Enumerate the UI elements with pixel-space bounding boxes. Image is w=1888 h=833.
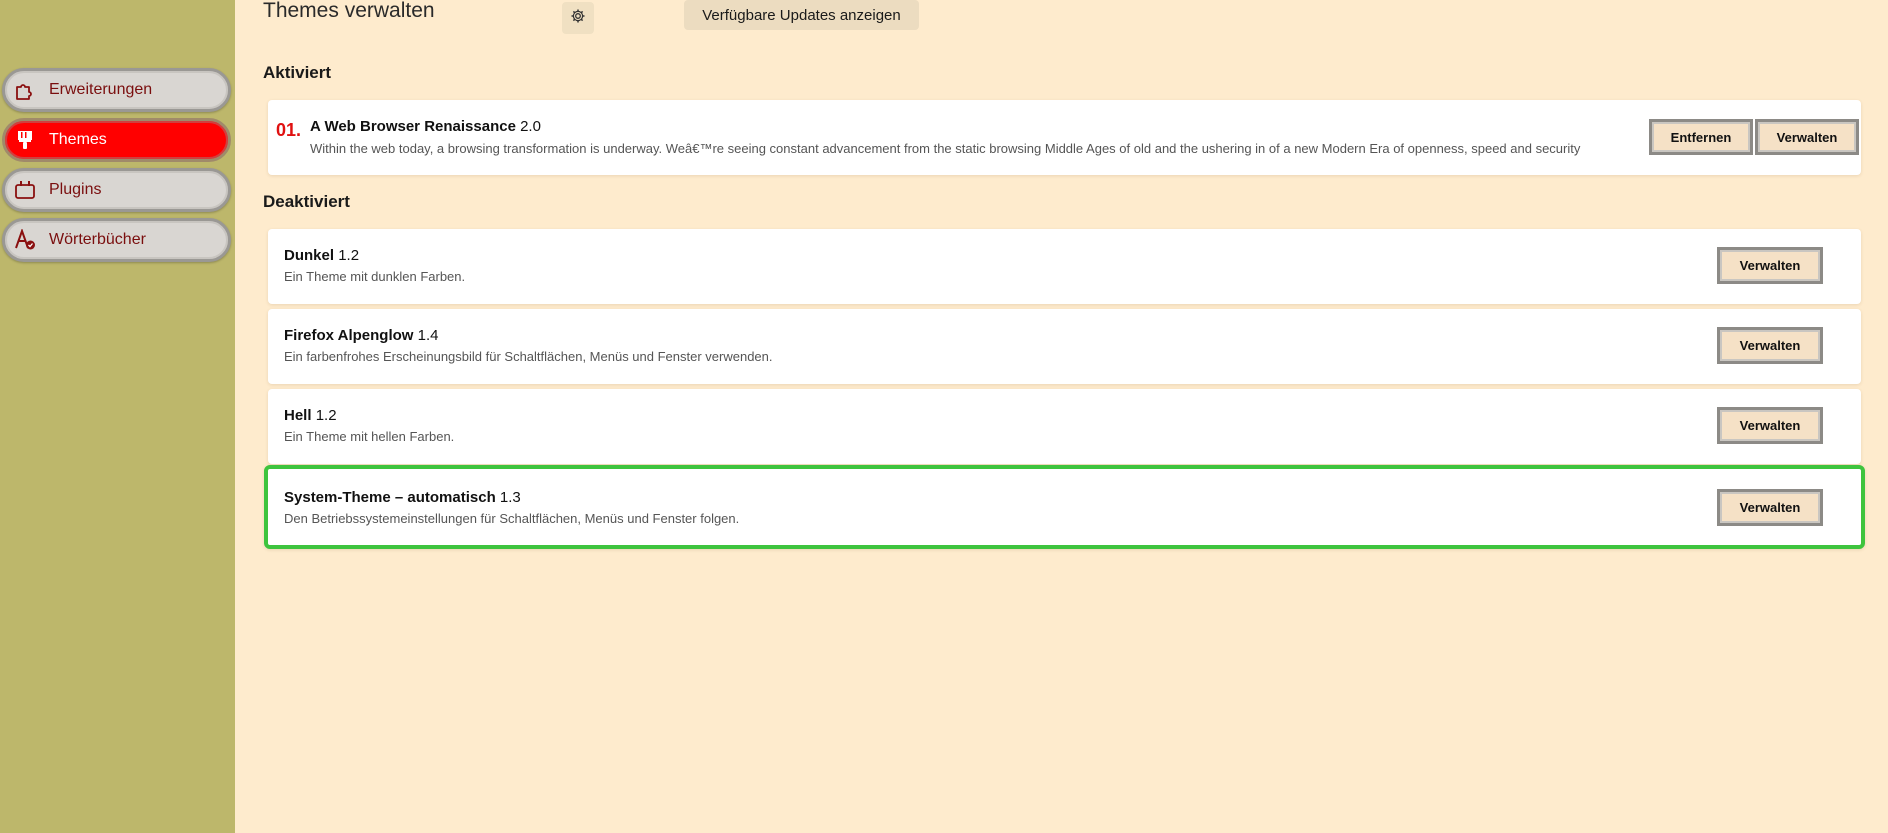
- dictionary-icon: [14, 229, 36, 251]
- sidebar-item-erweiterungen[interactable]: Erweiterungen: [2, 68, 231, 112]
- theme-name: Firefox Alpenglow 1.4: [284, 327, 438, 344]
- theme-name-text: Dunkel: [284, 247, 335, 264]
- sidebar-item-label: Wörterbücher: [49, 231, 146, 248]
- theme-name-text: System-Theme – automatisch: [284, 489, 496, 506]
- theme-description: Ein Theme mit hellen Farben.: [284, 429, 455, 444]
- page-title: Themes verwalten: [263, 0, 435, 22]
- sidebar-item-woerterbuecher[interactable]: Wörterbücher: [2, 218, 231, 262]
- theme-card-dunkel: Dunkel 1.2 Ein Theme mit dunklen Farben.…: [268, 229, 1861, 304]
- theme-card-renaissance: 01. A Web Browser Renaissance 2.0 Within…: [268, 100, 1861, 175]
- theme-card-system: System-Theme – automatisch 1.3 Den Betri…: [264, 465, 1865, 549]
- section-title-enabled: Aktiviert: [263, 63, 332, 82]
- theme-description: Ein Theme mit dunklen Farben.: [284, 269, 466, 284]
- show-updates-button[interactable]: Verfügbare Updates anzeigen: [684, 0, 919, 30]
- theme-version: 1.4: [417, 327, 439, 344]
- theme-description: Within the web today, a browsing transfo…: [310, 141, 1581, 156]
- theme-name: Dunkel 1.2: [284, 247, 359, 264]
- theme-name-text: Hell: [284, 407, 312, 424]
- sidebar: Erweiterungen Themes Plugins Wörterbüche…: [0, 0, 235, 833]
- theme-version: 1.2: [338, 247, 360, 264]
- theme-description: Ein farbenfrohes Erscheinungsbild für Sc…: [284, 349, 773, 364]
- gear-icon: [570, 8, 586, 29]
- remove-button[interactable]: Entfernen: [1649, 119, 1753, 155]
- sidebar-item-label: Themes: [49, 131, 107, 148]
- manage-button[interactable]: Verwalten: [1717, 247, 1823, 284]
- manage-button[interactable]: Verwalten: [1717, 407, 1823, 444]
- theme-name-text: Firefox Alpenglow: [284, 327, 414, 344]
- brush-icon: [14, 129, 36, 151]
- sidebar-item-themes[interactable]: Themes: [2, 118, 231, 162]
- theme-name: System-Theme – automatisch 1.3: [284, 489, 521, 506]
- manage-button[interactable]: Verwalten: [1755, 119, 1859, 155]
- sidebar-item-label: Erweiterungen: [49, 81, 153, 98]
- theme-version: 2.0: [520, 118, 541, 135]
- sidebar-item-label: Plugins: [49, 181, 102, 198]
- rank-label: 01.: [276, 120, 302, 140]
- theme-name: Hell 1.2: [284, 407, 337, 424]
- theme-name-text: A Web Browser Renaissance: [310, 118, 516, 135]
- sidebar-item-plugins[interactable]: Plugins: [2, 168, 231, 212]
- theme-card-alpenglow: Firefox Alpenglow 1.4 Ein farbenfrohes E…: [268, 309, 1861, 384]
- theme-description: Den Betriebssystemeinstellungen für Scha…: [284, 511, 740, 526]
- settings-button[interactable]: [562, 2, 594, 34]
- theme-version: 1.3: [499, 489, 521, 506]
- theme-version: 1.2: [315, 407, 337, 424]
- theme-card-hell: Hell 1.2 Ein Theme mit hellen Farben. Ve…: [268, 389, 1861, 464]
- puzzle-icon: [14, 79, 36, 101]
- manage-button[interactable]: Verwalten: [1717, 489, 1823, 526]
- theme-name: A Web Browser Renaissance 2.0: [310, 118, 541, 135]
- manage-button[interactable]: Verwalten: [1717, 327, 1823, 364]
- section-title-disabled: Deaktiviert: [263, 192, 350, 211]
- plugin-icon: [14, 179, 36, 201]
